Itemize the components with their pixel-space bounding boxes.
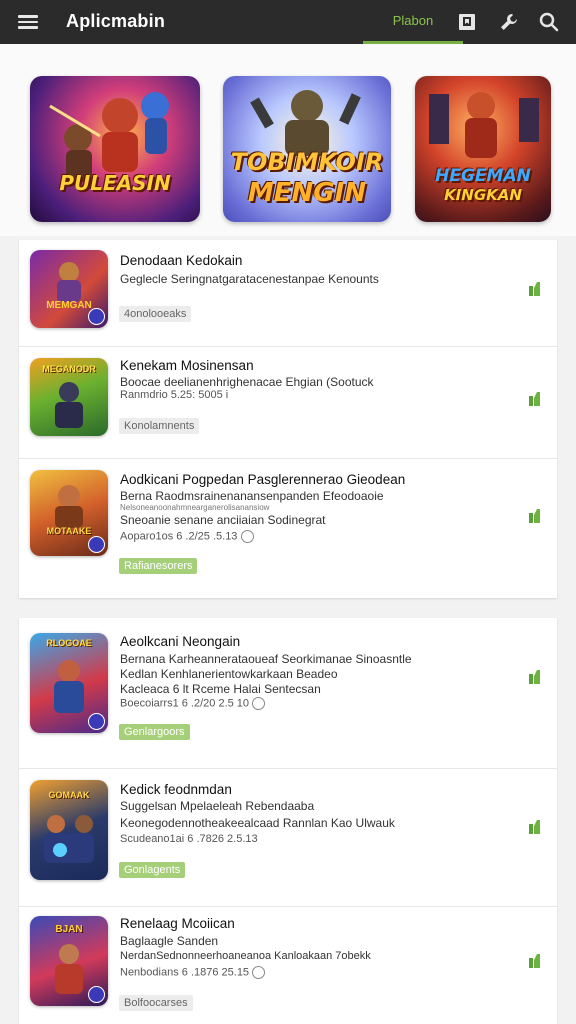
item-description-3: Kacleaca 6 lt Rceme Halai Sentecsan xyxy=(120,682,321,696)
tab-active[interactable]: Plabon xyxy=(363,0,463,44)
item-description-3: Sneoanie senane anciiaian Sodinegrat xyxy=(120,513,326,527)
banner-3-title-line1: HEGEMAN xyxy=(435,166,531,186)
item-description: Berna Raodmsrainenanansenpanden Efeodoao… xyxy=(120,489,384,503)
item-description: Boocae deelianenhrighenacae Ehgian (Soot… xyxy=(120,375,374,389)
item-tag: Rafianesorers xyxy=(119,558,198,574)
info-icon xyxy=(88,536,105,553)
game-thumbnail: RLOGOAE xyxy=(30,633,108,733)
game-thumbnail: MEMGAN xyxy=(30,250,108,328)
item-description: Suggelsan Mpelaeleah Rebendaaba xyxy=(120,799,315,813)
item-title: Kedick feodnmdan xyxy=(120,782,232,797)
item-meta: Nenbodians 6 .1876 25.15 xyxy=(120,966,266,979)
item-description: Bernana Karheannerataoueaf Seorkimanae S… xyxy=(120,652,412,666)
item-tag: Bolfoocarses xyxy=(119,995,193,1011)
item-title: Denodaan Kedokain xyxy=(120,253,243,268)
download-icon[interactable] xyxy=(527,668,545,686)
info-icon xyxy=(240,530,254,543)
item-meta: Boecoiarrs1 6 .2/20 2.5 10 xyxy=(120,697,266,710)
app-title: Aplicmabin xyxy=(66,11,166,31)
info-icon xyxy=(88,308,105,325)
info-icon xyxy=(88,713,105,730)
list-item[interactable]: BJAN Renelaag Mcoiican Baglaagle Sanden … xyxy=(19,906,557,1024)
banner-3[interactable]: HEGEMAN KINGKAN xyxy=(415,76,551,222)
menu-icon[interactable] xyxy=(18,12,38,32)
bookmark-icon[interactable] xyxy=(455,10,479,34)
banner-3-title-line2: KINGKAN xyxy=(444,186,522,204)
info-icon xyxy=(88,986,105,1003)
list-item[interactable]: RLOGOAE Aeolkcani Neongain Bernana Karhe… xyxy=(19,618,557,769)
game-thumbnail: GOMAAK xyxy=(30,780,108,880)
item-description-2: Kedlan Kenhlanerientowkarkaan Beadeo xyxy=(120,667,338,681)
item-title: Aeolkcani Neongain xyxy=(120,634,241,649)
item-description-2: Nelsoneanoonahmnearganerolisanansiow xyxy=(120,503,270,512)
item-meta: Scudeano1ai 6 .7826 2.5.13 xyxy=(120,833,258,845)
item-title: Aodkicani Pogpedan Pasglerennerao Gieode… xyxy=(120,472,406,487)
item-tag: 4onolooeaks xyxy=(119,306,192,322)
item-meta-text: Nenbodians 6 .1876 25.15 xyxy=(120,966,250,979)
banner-1[interactable]: PULEASIN xyxy=(30,76,200,222)
item-meta-text: Aoparo1os 6 .2/25 .5.13 xyxy=(120,530,238,543)
item-tag: Genlargoors xyxy=(119,724,190,740)
download-icon[interactable] xyxy=(527,507,545,525)
item-meta-text: Scudeano1ai 6 .7826 2.5.13 xyxy=(120,833,258,845)
list-item[interactable]: GOMAAK Kedick feodnmdan Suggelsan Mpelae… xyxy=(19,768,557,907)
download-icon[interactable] xyxy=(527,280,545,298)
top-app-bar: Aplicmabin Plabon xyxy=(0,0,576,44)
list-item[interactable]: MEMGAN Denodaan Kedokain Geglecle Sering… xyxy=(19,240,557,347)
download-icon[interactable] xyxy=(527,818,545,836)
game-thumbnail: MEGANODR xyxy=(30,358,108,436)
item-meta-text: Boecoiarrs1 6 .2/20 2.5 10 xyxy=(120,697,250,710)
banner-1-title: PULEASIN xyxy=(59,171,171,195)
game-thumbnail: MOTAAKE xyxy=(30,470,108,556)
banner-1-art xyxy=(49,92,169,182)
download-icon[interactable] xyxy=(527,952,545,970)
download-icon[interactable] xyxy=(527,390,545,408)
thumb-title: MOTAAKE xyxy=(46,526,92,536)
banner-2[interactable]: TOBIMKOIR MENGIN xyxy=(223,76,391,222)
game-thumbnail: BJAN xyxy=(30,916,108,1006)
item-tag: Gonlagents xyxy=(119,862,186,878)
tab-active-label: Plabon xyxy=(392,13,434,28)
banner-2-title-line1: TOBIMKOIR xyxy=(230,148,384,176)
item-title: Kenekam Mosinensan xyxy=(120,358,254,373)
item-title: Renelaag Mcoiican xyxy=(120,916,235,931)
item-description: Geglecle Seringnatgaratacenestanpae Keno… xyxy=(120,272,379,286)
list-item[interactable]: MEGANODR Kenekam Mosinensan Boocae deeli… xyxy=(19,346,557,459)
search-icon[interactable] xyxy=(537,10,561,34)
item-description: Baglaagle Sanden xyxy=(120,934,219,948)
featured-banners: PULEASIN TOBIMKOIR MENGIN HEGEMAN KINGKA… xyxy=(0,44,576,236)
info-icon xyxy=(252,966,266,979)
item-description-2: Keonegodennotheakeealcaad Rannlan Kao Ul… xyxy=(120,816,395,830)
item-meta: Ranmdrio 5.25: 5005 i xyxy=(120,389,229,401)
item-meta: Aoparo1os 6 .2/25 .5.13 xyxy=(120,530,254,543)
wrench-icon[interactable] xyxy=(497,10,521,34)
app-list-card-2: RLOGOAE Aeolkcani Neongain Bernana Karhe… xyxy=(19,618,557,1024)
info-icon xyxy=(252,697,266,710)
app-list-card-1: MEMGAN Denodaan Kedokain Geglecle Sering… xyxy=(19,240,557,598)
list-item[interactable]: MOTAAKE Aodkicani Pogpedan Pasglerennera… xyxy=(19,458,557,598)
item-description-2: NerdanSednonneerhoaneanoa Kanloakaan 7ob… xyxy=(120,950,371,962)
item-tag: Konolamnents xyxy=(119,418,200,434)
banner-2-title-line2: MENGIN xyxy=(247,178,367,208)
